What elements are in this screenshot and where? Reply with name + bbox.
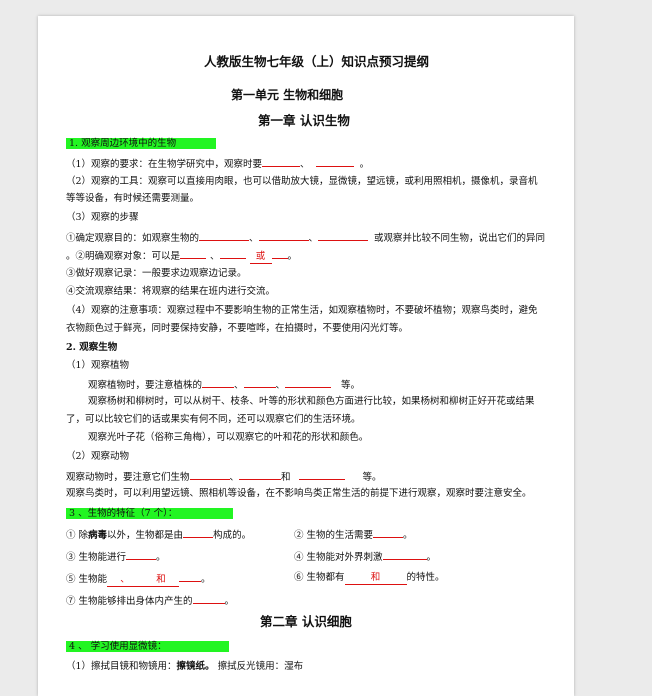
line-step-4: ④交流观察结果：将观察的结果在班内进行交流。 xyxy=(66,286,276,297)
line-step-1: ①确定观察目的：如观察生物的、、或观察并比较不同生物，说出它们的异同 xyxy=(66,233,546,244)
line-step-3: ③做好观察记录：一般要求边观察边记录。 xyxy=(66,268,247,279)
document-page: 人教版生物七年级（上）知识点预习提纲 第一单元 生物和细胞 第一章 认识生物 1… xyxy=(38,16,574,696)
section-1-heading: 1. 观察周边环境中的生物 xyxy=(66,138,217,150)
line-observe-birds: 观察鸟类时，可以利用望远镜、照相机等设备，在不影响鸟类正常生活的前提下进行观察，… xyxy=(66,488,532,499)
section-4-heading: 4 、 学习使用显微镜： xyxy=(66,641,229,653)
line-animal-attention: 观察动物时，要注意它们生物、和等。 xyxy=(66,472,382,483)
line-poplar-willow-cont: 了，可以比较它们的话或果实有何不同，还可以观察它们的生活环境。 xyxy=(66,414,361,425)
feature-1: ① 除病毒以外，生物都是由 构成的。 xyxy=(66,530,252,541)
line-observe-plants: （1）观察植物 xyxy=(66,360,130,371)
chapter-2-title: 第二章 认识细胞 xyxy=(260,614,352,629)
feature-7: ⑦ 生物能够排出身体内产生的。 xyxy=(66,596,235,607)
doc-title: 人教版生物七年级（上）知识点预习提纲 xyxy=(204,54,430,69)
line-plant-attention: 观察植物时，要注意植株的、、等。 xyxy=(88,380,361,391)
line-observation-notes-cont: 衣物颜色过于鲜亮，同时要保持安静，不要喧哗，在拍摄时，不要使用闪光灯等。 xyxy=(66,323,409,334)
line-observation-requirements: （1）观察的要求：在生物学研究中，观察时要、。 xyxy=(66,159,370,170)
chapter-1-title: 第一章 认识生物 xyxy=(258,113,350,128)
unit-title: 第一单元 生物和细胞 xyxy=(231,88,344,102)
line-step-2: 。②明确观察对象：可以是、或。 xyxy=(66,251,298,264)
line-observation-notes: （4）观察的注意事项：观察过程中不要影响生物的正常生活，如观察植物时，不要破坏植… xyxy=(66,305,538,316)
line-bougainvillea: 观察光叶子花（俗称三角梅），可以观察它的叶和花的形状和颜色。 xyxy=(88,432,369,443)
feature-4: ④ 生物能对外界刺激。 xyxy=(294,552,437,563)
feature-5: ⑤ 生物能、和。 xyxy=(66,574,211,587)
line-observation-tools-cont: 等等设备，有时候还需要测量。 xyxy=(66,193,200,204)
feature-2: ② 生物的生活需要。 xyxy=(294,530,413,541)
line-wipe-lenses: （1）擦拭目镜和物镜用：擦镜纸。 擦拭反光镜用：湿布 xyxy=(66,661,304,672)
line-observation-tools: （2）观察的工具：观察可以直接用肉眼，也可以借助放大镜，显微镜，望远镜，或利用照… xyxy=(66,176,538,187)
line-observe-animals: （2）观察动物 xyxy=(66,451,130,462)
line-poplar-willow: 观察杨树和柳树时，可以从树干、枝条、叶等的形状和颜色方面进行比较，如果杨树和柳树… xyxy=(88,396,535,407)
section-2-heading: 2. 观察生物 xyxy=(66,342,118,353)
section-3-heading: 3 、生物的特征（7 个）： xyxy=(66,508,234,520)
feature-3: ③ 生物能进行。 xyxy=(66,552,166,563)
feature-6: ⑥ 生物都有和的特性。 xyxy=(294,572,445,585)
line-observation-steps: （3）观察的步骤 xyxy=(66,212,139,223)
